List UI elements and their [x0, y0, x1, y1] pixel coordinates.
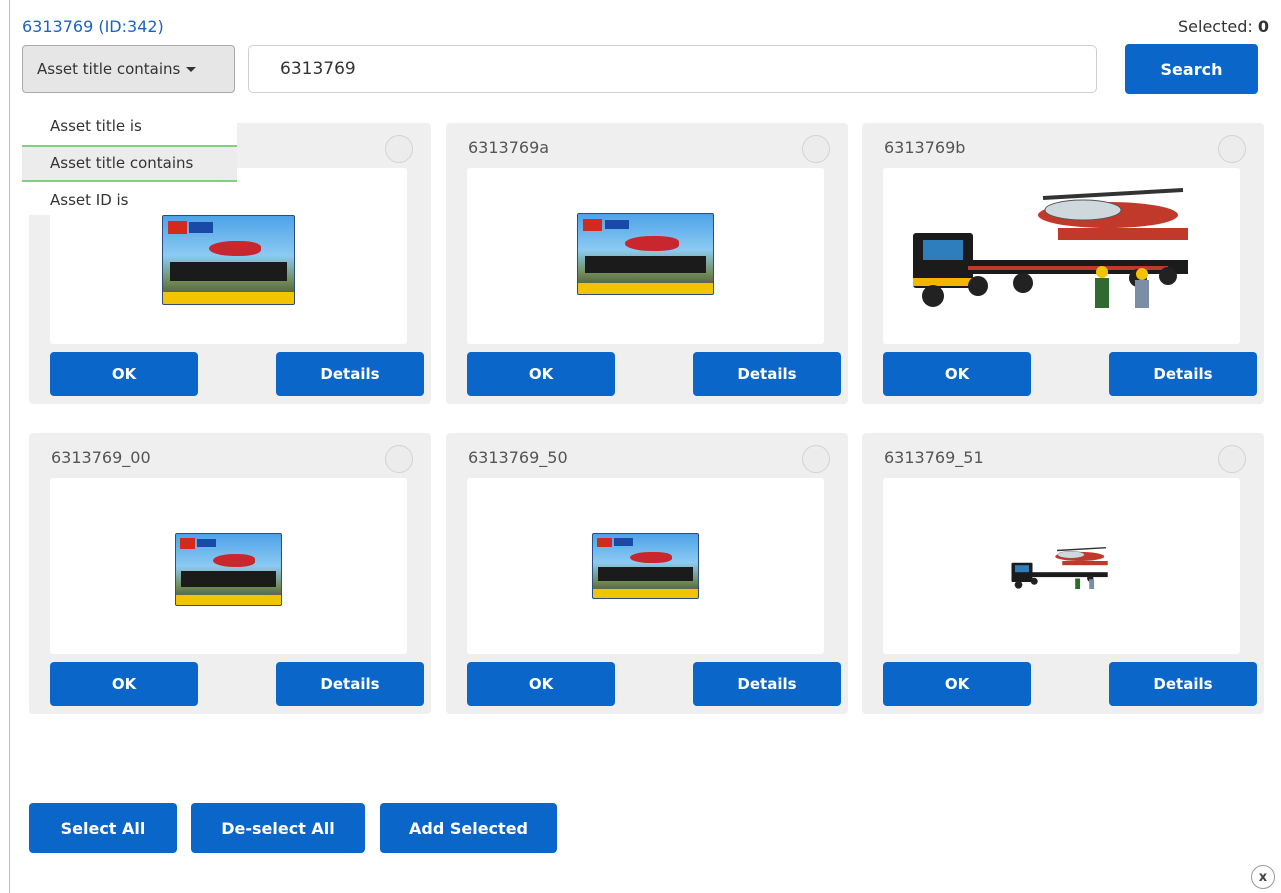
lego-model-image: [1011, 547, 1108, 589]
menu-item-title-is[interactable]: Asset title is: [22, 108, 237, 145]
details-button[interactable]: Details: [693, 662, 841, 706]
caret-down-icon: [186, 66, 197, 72]
ok-button[interactable]: OK: [467, 352, 615, 396]
details-button[interactable]: Details: [276, 352, 424, 396]
asset-thumbnail: [50, 478, 407, 654]
lego-box-image: [577, 213, 714, 295]
ok-button[interactable]: OK: [467, 662, 615, 706]
selected-count-value: 0: [1257, 17, 1269, 36]
lego-model-image: [913, 188, 1188, 308]
ok-button[interactable]: OK: [50, 662, 198, 706]
menu-item-id-is[interactable]: Asset ID is: [22, 182, 237, 219]
details-button[interactable]: Details: [1109, 662, 1257, 706]
filter-dropdown-label: Asset title contains: [37, 60, 181, 78]
details-button[interactable]: Details: [276, 662, 424, 706]
asset-thumbnail: [883, 168, 1240, 344]
add-selected-button[interactable]: Add Selected: [380, 803, 557, 853]
asset-card: 6313769a OK Details: [446, 123, 848, 404]
search-button[interactable]: Search: [1125, 44, 1258, 94]
search-input[interactable]: [248, 45, 1097, 93]
asset-card: 6313769_51 OK Details: [862, 433, 1264, 714]
ok-button[interactable]: OK: [50, 352, 198, 396]
select-radio[interactable]: [802, 445, 830, 473]
asset-title: 6313769_51: [884, 448, 984, 467]
asset-thumbnail: [883, 478, 1240, 654]
lego-box-image: [175, 533, 282, 606]
ok-button[interactable]: OK: [883, 662, 1031, 706]
deselect-all-button[interactable]: De-select All: [191, 803, 365, 853]
asset-thumbnail: [467, 478, 824, 654]
asset-title: 6313769b: [884, 138, 966, 157]
select-radio[interactable]: [1218, 135, 1246, 163]
ok-button[interactable]: OK: [883, 352, 1031, 396]
asset-title: 6313769_50: [468, 448, 568, 467]
select-radio[interactable]: [802, 135, 830, 163]
asset-card: 6313769_50 OK Details: [446, 433, 848, 714]
asset-title: 6313769_00: [51, 448, 151, 467]
select-radio[interactable]: [1218, 445, 1246, 473]
lego-box-image: [162, 215, 295, 305]
details-button[interactable]: Details: [1109, 352, 1257, 396]
selected-counter: Selected: 0: [1178, 17, 1269, 36]
filter-dropdown[interactable]: Asset title contains: [22, 45, 235, 93]
asset-title: 6313769a: [468, 138, 550, 157]
selected-label: Selected:: [1178, 17, 1253, 36]
menu-item-title-contains[interactable]: Asset title contains: [22, 145, 237, 182]
filter-menu: Asset title is Asset title contains Asse…: [22, 100, 237, 215]
details-button[interactable]: Details: [693, 352, 841, 396]
asset-thumbnail: [467, 168, 824, 344]
asset-card: 6313769b OK Details: [862, 123, 1264, 404]
select-all-button[interactable]: Select All: [29, 803, 177, 853]
asset-link[interactable]: 6313769 (ID:342): [22, 17, 164, 36]
select-radio[interactable]: [385, 135, 413, 163]
lego-box-image: [592, 533, 699, 599]
select-radio[interactable]: [385, 445, 413, 473]
asset-card: 6313769_00 OK Details: [29, 433, 431, 714]
close-icon[interactable]: x: [1251, 865, 1275, 889]
